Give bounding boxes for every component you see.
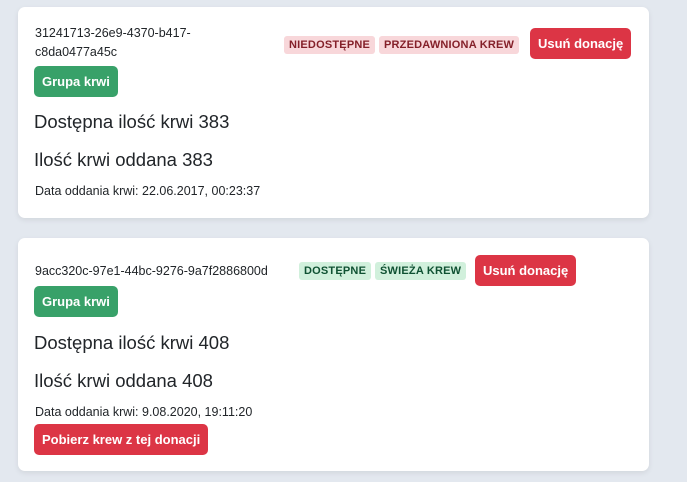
- availability-badge: DOSTĘPNE: [299, 262, 372, 280]
- blood-group-button[interactable]: Grupa krwi: [34, 66, 118, 97]
- donated-blood-amount: Ilość krwi oddana 408: [34, 370, 213, 391]
- delete-donation-button[interactable]: Usuń donację: [475, 255, 577, 286]
- donation-card: 9acc320c-97e1-44bc-9276-9a7f2886800d DOS…: [18, 238, 649, 471]
- available-blood-amount: Dostępna ilość krwi 408: [34, 332, 230, 353]
- donation-id: 31241713-26e9-4370-b417-c8da0477a45c: [35, 26, 191, 59]
- freshness-badge: ŚWIEŻA KREW: [375, 262, 467, 280]
- donated-blood-amount: Ilość krwi oddana 383: [34, 149, 213, 170]
- donation-id: 9acc320c-97e1-44bc-9276-9a7f2886800d: [35, 264, 268, 278]
- donation-date: Data oddania krwi: 22.06.2017, 00:23:37: [35, 184, 261, 198]
- donation-date: Data oddania krwi: 9.08.2020, 19:11:20: [35, 405, 253, 419]
- available-blood-amount: Dostępna ilość krwi 383: [34, 111, 230, 132]
- take-blood-button[interactable]: Pobierz krew z tej donacji: [34, 424, 209, 455]
- delete-donation-button[interactable]: Usuń donację: [530, 28, 632, 59]
- availability-badge: NIEDOSTĘPNE: [284, 36, 376, 54]
- freshness-badge: PRZEDAWNIONA KREW: [379, 36, 520, 54]
- donation-card: 31241713-26e9-4370-b417-c8da0477a45c NIE…: [18, 7, 649, 218]
- blood-group-button[interactable]: Grupa krwi: [34, 286, 118, 317]
